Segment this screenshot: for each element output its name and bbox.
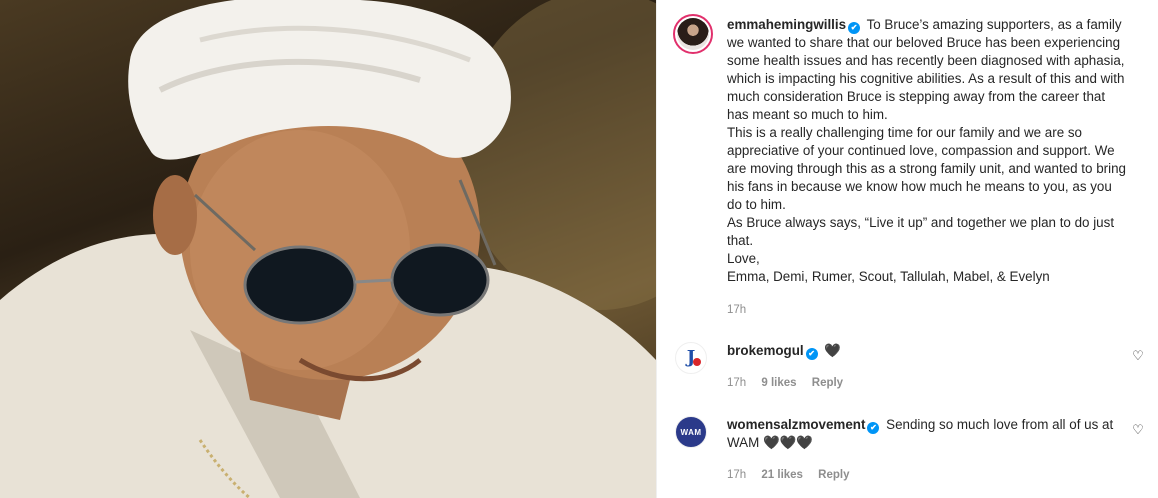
comment-meta-brokemogul: 17h 9 likes Reply	[727, 377, 855, 389]
author-avatar-image	[677, 18, 709, 50]
reply-button[interactable]: Reply	[818, 469, 849, 481]
caption-paragraph-3: As Bruce always says, “Live it up” and t…	[727, 215, 1115, 248]
comment-username[interactable]: womensalzmovement	[727, 417, 865, 432]
comment-likes[interactable]: 9 likes	[761, 377, 796, 389]
caption-paragraph-5: Emma, Demi, Rumer, Scout, Tallulah, Mabe…	[727, 269, 1050, 284]
like-comment-heart-icon[interactable]: ♡	[1131, 423, 1145, 437]
post-caption: emmahemingwillis ✔ To Bruce’s amazing sup…	[727, 16, 1127, 286]
commenter-avatar-womensalzmovement[interactable]: WAM	[675, 416, 707, 448]
comment-time[interactable]: 17h	[727, 377, 746, 389]
commenter-avatar-brokemogul[interactable]: J	[675, 342, 707, 374]
post-photo-illustration	[0, 0, 656, 498]
caption-paragraph-1: To Bruce’s amazing supporters, as a fami…	[727, 17, 1125, 122]
post-timestamp[interactable]: 17h	[727, 304, 746, 316]
verified-icon: ✔	[867, 422, 880, 434]
comment-likes[interactable]: 21 likes	[761, 469, 803, 481]
author-avatar[interactable]	[673, 14, 713, 54]
brokemogul-logo: J	[686, 347, 701, 368]
reply-button[interactable]: Reply	[812, 377, 843, 389]
author-username[interactable]: emmahemingwillis	[727, 17, 846, 32]
comment-username[interactable]: brokemogul	[727, 343, 804, 358]
comment-text: 🖤	[824, 343, 842, 358]
post-side-panel: emmahemingwillis ✔ To Bruce’s amazing sup…	[657, 0, 1158, 498]
comment-brokemogul: brokemogul ✔ 🖤	[727, 342, 1127, 360]
comment-womensalzmovement: womensalzmovement ✔ Sending so much love …	[727, 416, 1127, 452]
post-photo	[0, 0, 656, 498]
caption-paragraph-2: This is a really challenging time for ou…	[727, 125, 1126, 212]
comment-time[interactable]: 17h	[727, 469, 746, 481]
caption-paragraph-4: Love,	[727, 251, 760, 266]
verified-icon: ✔	[848, 22, 861, 34]
wam-avatar-text: WAM	[680, 427, 702, 437]
like-comment-heart-icon[interactable]: ♡	[1131, 349, 1145, 363]
verified-icon: ✔	[805, 348, 818, 360]
comment-meta-womensalzmovement: 17h 21 likes Reply	[727, 469, 862, 481]
